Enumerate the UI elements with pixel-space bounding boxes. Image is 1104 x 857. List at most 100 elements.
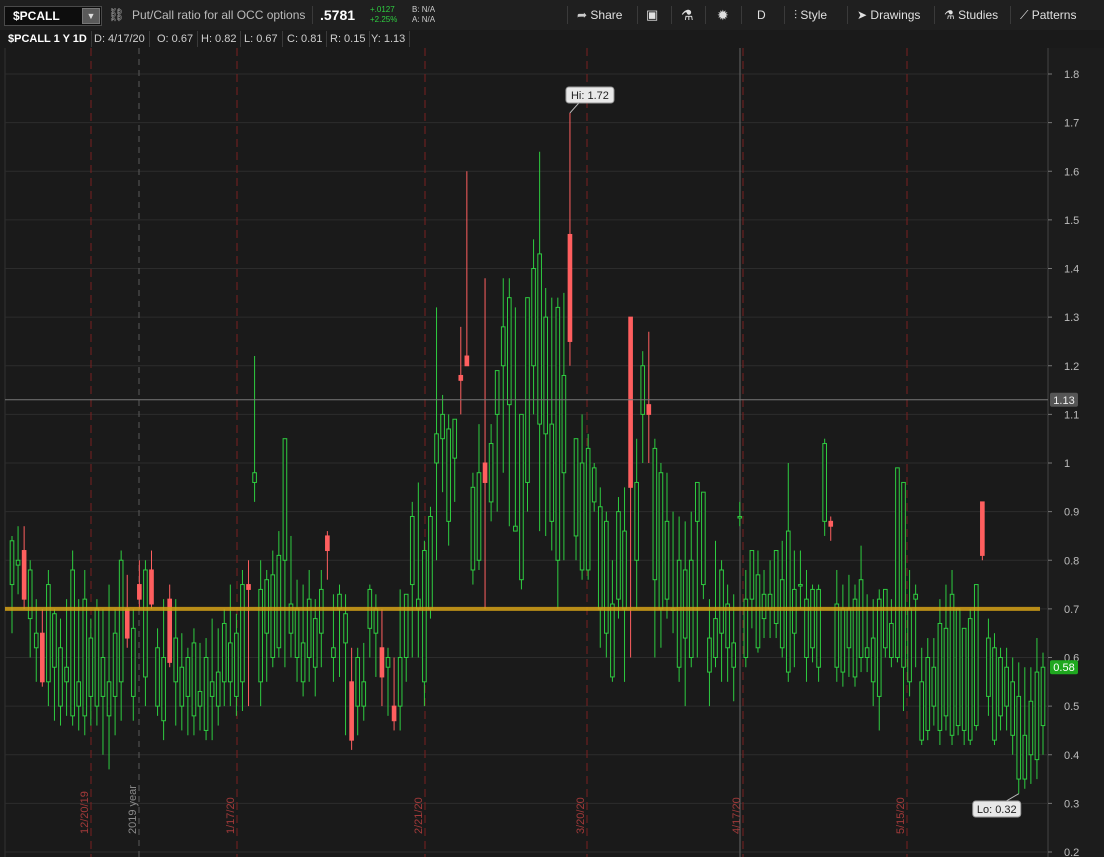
date-label: 3/20/20 — [575, 797, 587, 834]
candle-body — [537, 253, 542, 425]
candle-body — [773, 550, 779, 624]
divider — [637, 6, 638, 24]
flask-studies-icon: ⚗ — [944, 8, 955, 22]
y-tick-label: 0.9 — [1064, 507, 1079, 519]
candle-body — [713, 618, 718, 658]
last-price-badge: 0.58 — [1050, 660, 1078, 675]
candle-body — [246, 584, 251, 590]
lo-label-text: Lo: 0.32 — [977, 804, 1017, 816]
candle-body — [409, 515, 415, 586]
candle — [585, 433, 591, 580]
candle-body — [870, 637, 876, 683]
symbol-input[interactable]: $PCALL ▼ — [4, 6, 102, 26]
candle-body — [118, 559, 124, 683]
candle-body — [628, 316, 633, 488]
candle-body — [513, 525, 518, 532]
candle-body — [258, 588, 263, 683]
candle-body — [816, 588, 821, 668]
candle — [852, 584, 858, 687]
candle-body — [282, 438, 288, 561]
candle-body — [500, 326, 506, 367]
date-label: 2/21/20 — [413, 797, 425, 834]
candle-body — [434, 433, 439, 464]
candle-body — [913, 593, 918, 600]
y-tick-label: 1.8 — [1064, 69, 1079, 81]
candle-body — [137, 584, 142, 600]
patterns-button[interactable]: ⟋ Patterns — [1020, 0, 1076, 30]
candle-body — [33, 632, 39, 649]
candle-body — [840, 608, 846, 673]
date-label: 4/17/20 — [731, 797, 743, 834]
candle-body — [76, 681, 82, 707]
candle-body — [446, 428, 451, 522]
candle-body — [707, 637, 712, 673]
gear-icon[interactable]: ✹ — [717, 0, 729, 30]
chart[interactable]: 12/20/19 2019 year 1/17/20 2/21/20 3/20/20 4/… — [0, 0, 1104, 857]
link-icon[interactable]: ⛓ — [108, 0, 125, 30]
divider — [705, 6, 706, 24]
crosshair-badge: 1.13 — [1050, 392, 1078, 407]
candle-body — [385, 657, 391, 668]
candle-body — [312, 618, 318, 668]
patterns-icon: ⟋ — [1020, 8, 1029, 22]
candle — [816, 584, 821, 682]
share-button[interactable]: ➦ Share — [577, 0, 622, 30]
candle-body — [15, 559, 21, 566]
chevron-down-icon[interactable]: ▼ — [82, 8, 100, 24]
candle-body — [901, 481, 906, 668]
date-label: 12/20/19 — [79, 791, 91, 834]
candle-body — [694, 481, 700, 522]
candle-body — [785, 530, 791, 673]
candle-body — [318, 588, 324, 634]
candle-body — [179, 666, 185, 707]
percent-change: +2.25% — [370, 15, 398, 24]
timeframe-button[interactable]: D — [757, 0, 766, 30]
candle-body — [664, 520, 670, 600]
candle-body — [9, 540, 15, 586]
y-tick-label: 1.7 — [1064, 118, 1079, 130]
studies-button[interactable]: ⚗ Studies — [944, 0, 998, 30]
candle-body — [191, 642, 197, 717]
candle-body — [955, 608, 961, 727]
candle-body — [980, 501, 985, 556]
drawings-button[interactable]: ➤ Drawings — [857, 0, 920, 30]
candle-body — [779, 579, 785, 649]
candle-body — [585, 447, 591, 571]
candle-body — [440, 413, 445, 440]
candle-body — [531, 268, 536, 367]
candle-body — [70, 569, 75, 717]
candle-body — [349, 681, 354, 741]
style-button[interactable]: ⫶ Style — [794, 0, 827, 30]
candle-body — [343, 613, 348, 644]
candle-body — [143, 569, 148, 678]
candle-body — [822, 443, 827, 522]
candle-body — [731, 642, 737, 668]
chart-settings-icon[interactable]: ▣ — [646, 0, 658, 30]
candle-body — [452, 418, 458, 459]
candle-body — [391, 705, 397, 722]
candle-body — [1022, 734, 1028, 780]
candle-body — [555, 306, 561, 561]
candle-body — [864, 647, 870, 659]
symbol-description: Put/Call ratio for all OCC options — [132, 8, 306, 22]
candle-body — [1040, 666, 1046, 727]
style-icon: ⫶ — [794, 8, 798, 22]
y-tick-label: 1.2 — [1064, 361, 1079, 373]
candle-body — [646, 404, 652, 415]
y-tick-label: 1 — [1064, 458, 1070, 470]
candle-body — [519, 413, 524, 581]
candle-body — [919, 681, 925, 741]
candle — [967, 608, 973, 746]
candle-body — [422, 550, 427, 683]
candle-body — [331, 647, 336, 659]
candle-body — [337, 593, 342, 610]
candle-body — [622, 530, 627, 610]
y-tick-label: 1.1 — [1064, 409, 1079, 421]
flask-icon[interactable]: ⚗ — [681, 0, 694, 30]
candle-body — [604, 520, 609, 634]
share-icon: ➦ — [577, 8, 588, 22]
candle-body — [701, 491, 706, 586]
symbol-text[interactable]: $PCALL — [13, 7, 60, 25]
candle-body — [215, 671, 221, 707]
date-label: 5/15/20 — [895, 797, 907, 834]
